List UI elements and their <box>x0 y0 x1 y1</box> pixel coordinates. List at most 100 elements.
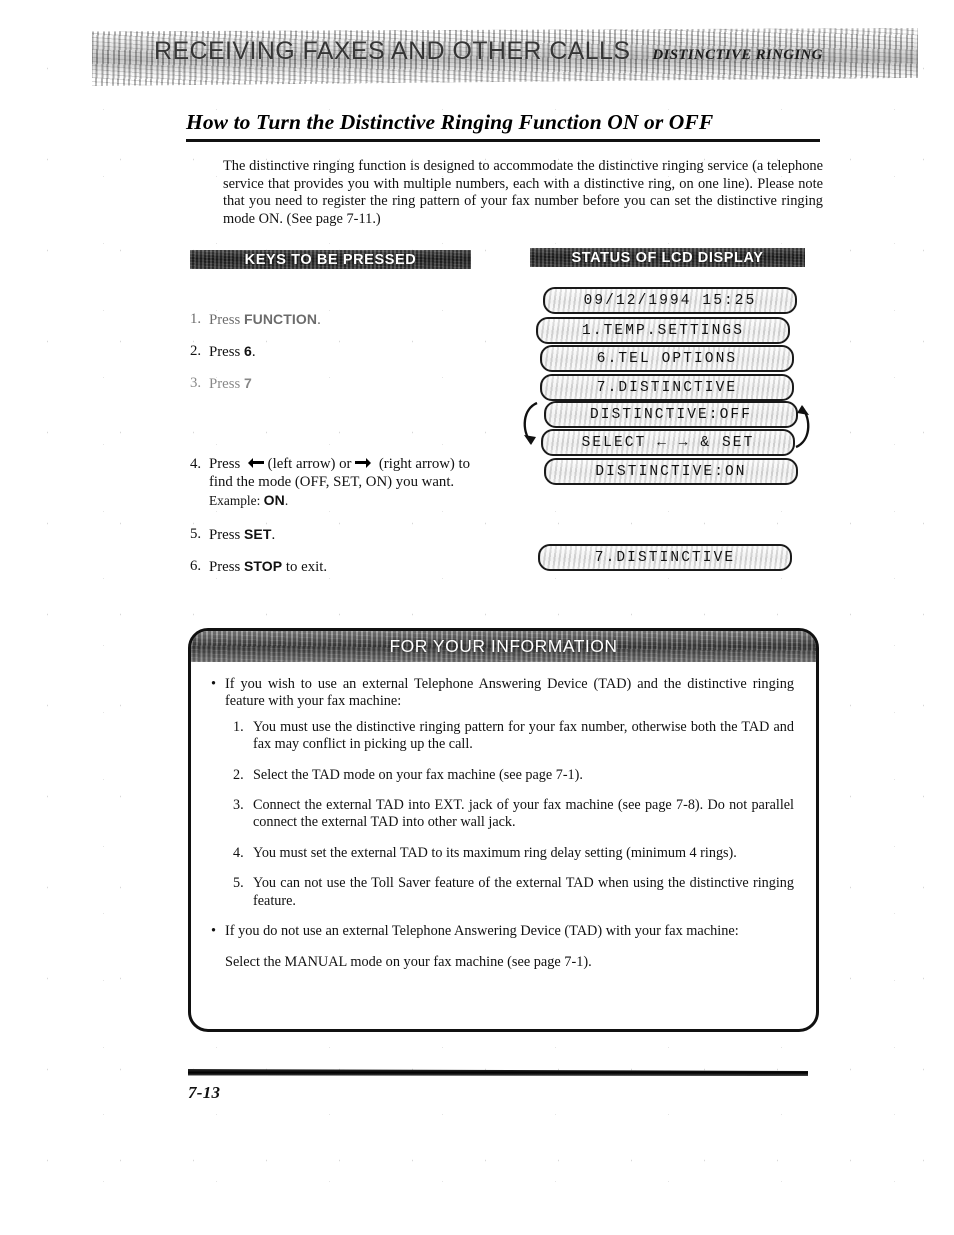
step-item: 6. Press STOP to exit. <box>190 557 490 576</box>
step-post: . <box>251 344 256 360</box>
step-number: 3. <box>190 375 202 391</box>
info-numbered-list: 1. You must use the distinctive ringing … <box>233 719 794 910</box>
step-item: 4. Press (left arrow) or (right arrow) t… <box>190 455 490 509</box>
intro-paragraph: The distinctive ringing function is desi… <box>223 158 823 227</box>
item-number: 1. <box>233 718 244 735</box>
title-divider <box>186 139 820 142</box>
item-text: Connect the external TAD into EXT. jack … <box>253 797 794 831</box>
lcd-line-datetime: 09/12/1994 15:25 <box>543 287 797 314</box>
step-mid: (left arrow) or <box>263 456 356 472</box>
step-pre: Press <box>209 456 244 472</box>
lcd-line-distinctive-on: DISTINCTIVE:ON <box>544 458 798 485</box>
example-end: . <box>284 493 289 508</box>
step-item: 2. Press 6. <box>190 342 490 361</box>
banner-status-of-lcd-display: STATUS OF LCD DISPLAY <box>530 248 805 267</box>
left-arrow-icon <box>244 458 264 468</box>
lcd-text: SELECT ← → & SET <box>581 434 755 451</box>
page-title: How to Turn the Distinctive Ringing Func… <box>186 110 714 134</box>
steps-list-late: 4. Press (left arrow) or (right arrow) t… <box>190 455 490 589</box>
step-key: 6 <box>243 343 252 359</box>
step-item: 3. Press 7 <box>190 374 490 393</box>
bullet-marker: • <box>211 676 217 692</box>
banner-keys-to-be-pressed: KEYS TO BE PRESSED <box>190 250 471 269</box>
step-pre: Press <box>209 344 244 360</box>
document-page: RECEIVING FAXES AND OTHER CALLS DISTINCT… <box>0 0 954 1235</box>
item-text: You can not use the Toll Saver feature o… <box>253 875 794 909</box>
step-number: 6. <box>190 558 202 574</box>
step-text: Press STOP to exit. <box>209 557 490 576</box>
lcd-line-distinctive-off: DISTINCTIVE:OFF <box>544 401 798 428</box>
bullet-text: If you wish to use an external Telephone… <box>225 676 794 710</box>
step-post: to exit. <box>282 559 328 575</box>
info-bullet: • If you do not use an external Telephon… <box>211 923 794 940</box>
step-post: . <box>317 312 321 328</box>
step-example: Example: ON. <box>209 492 490 509</box>
right-arrow-icon <box>355 458 375 468</box>
step-key: STOP <box>243 558 283 574</box>
cycle-arrow-right-icon <box>795 405 810 449</box>
lcd-text: 6.TEL OPTIONS <box>596 350 738 367</box>
step-key: 7 <box>243 375 252 391</box>
step-post: . <box>271 527 276 543</box>
item-text: You must set the external TAD to its max… <box>253 844 737 861</box>
lcd-line-distinctive-menu: 7.DISTINCTIVE <box>540 374 794 401</box>
item-number: 2. <box>233 766 244 783</box>
info-box-body: • If you wish to use an external Telepho… <box>191 662 816 972</box>
lcd-line-select-and-set: SELECT ← → & SET <box>541 429 795 456</box>
step-text: Press FUNCTION. <box>209 310 490 329</box>
list-item: 5. You can not use the Toll Saver featur… <box>233 875 794 910</box>
step-text: Press 7 <box>209 374 490 393</box>
banner-lcd-label: STATUS OF LCD DISPLAY <box>571 249 764 266</box>
step-number: 4. <box>190 456 202 472</box>
example-value: ON <box>263 492 285 508</box>
item-text: You must use the distinctive ringing pat… <box>253 718 794 753</box>
lcd-text: 7.DISTINCTIVE <box>596 379 738 396</box>
item-number: 3. <box>233 797 244 814</box>
step-pre: Press <box>209 559 244 575</box>
lcd-text: 1.TEMP.SETTINGS <box>581 322 745 339</box>
info-box-title: FOR YOUR INFORMATION <box>389 636 618 656</box>
step-text: Press 6. <box>209 342 490 361</box>
masthead-titles: RECEIVING FAXES AND OTHER CALLS DISTINCT… <box>154 37 823 66</box>
list-item: 3. Connect the external TAD into EXT. ja… <box>233 797 794 832</box>
bullet-marker: • <box>211 923 217 940</box>
banner-keys-label: KEYS TO BE PRESSED <box>244 251 417 268</box>
step-item: 5. Press SET. <box>190 525 490 544</box>
for-your-information-box: FOR YOUR INFORMATION • If you wish to us… <box>188 628 819 1032</box>
item-number: 5. <box>233 875 244 892</box>
lcd-line-tel-options: 6.TEL OPTIONS <box>540 345 794 372</box>
step-number: 5. <box>190 526 202 542</box>
step-text: Press (left arrow) or (right arrow) to f… <box>209 455 490 509</box>
lcd-text: 09/12/1994 15:25 <box>583 292 757 309</box>
info-bullet: • If you wish to use an external Telepho… <box>211 676 794 711</box>
step-pre: Press <box>209 376 244 392</box>
item-number: 4. <box>233 844 244 861</box>
lcd-line-temp-settings: 1.TEMP.SETTINGS <box>536 317 790 344</box>
cycle-arrow-left-icon <box>523 401 538 445</box>
step-pre: Press <box>209 312 244 328</box>
step-pre: Press <box>209 527 244 543</box>
step-number: 1. <box>190 311 202 327</box>
lcd-text: DISTINCTIVE:OFF <box>589 406 753 423</box>
list-item: 1. You must use the distinctive ringing … <box>233 719 794 754</box>
lcd-text: DISTINCTIVE:ON <box>595 463 747 480</box>
step-text: Press SET. <box>209 525 490 544</box>
list-item: 4. You must set the external TAD to its … <box>233 845 794 862</box>
bullet-text: If you do not use an external Telephone … <box>225 923 739 940</box>
example-label: Example: <box>209 493 264 508</box>
info-closing-text: Select the MANUAL mode on your fax machi… <box>225 954 592 971</box>
item-text: Select the TAD mode on your fax machine … <box>253 766 583 783</box>
step-item: 1. Press FUNCTION. <box>190 310 490 329</box>
info-box-header: FOR YOUR INFORMATION <box>191 631 816 662</box>
steps-list-early: 1. Press FUNCTION. 2. Press 6. 3. Press … <box>190 310 490 406</box>
page-number: 7-13 <box>188 1083 221 1102</box>
step-number: 2. <box>190 343 202 359</box>
masthead-title: RECEIVING FAXES AND OTHER CALLS <box>154 37 631 65</box>
page-masthead: RECEIVING FAXES AND OTHER CALLS DISTINCT… <box>92 28 918 86</box>
lcd-text: 7.DISTINCTIVE <box>594 549 736 566</box>
footer-divider <box>188 1069 808 1076</box>
step-key: FUNCTION <box>243 311 318 327</box>
lcd-line-distinctive-final: 7.DISTINCTIVE <box>538 544 792 571</box>
masthead-subtitle: DISTINCTIVE RINGING <box>652 47 823 63</box>
step-key: SET <box>243 526 272 542</box>
